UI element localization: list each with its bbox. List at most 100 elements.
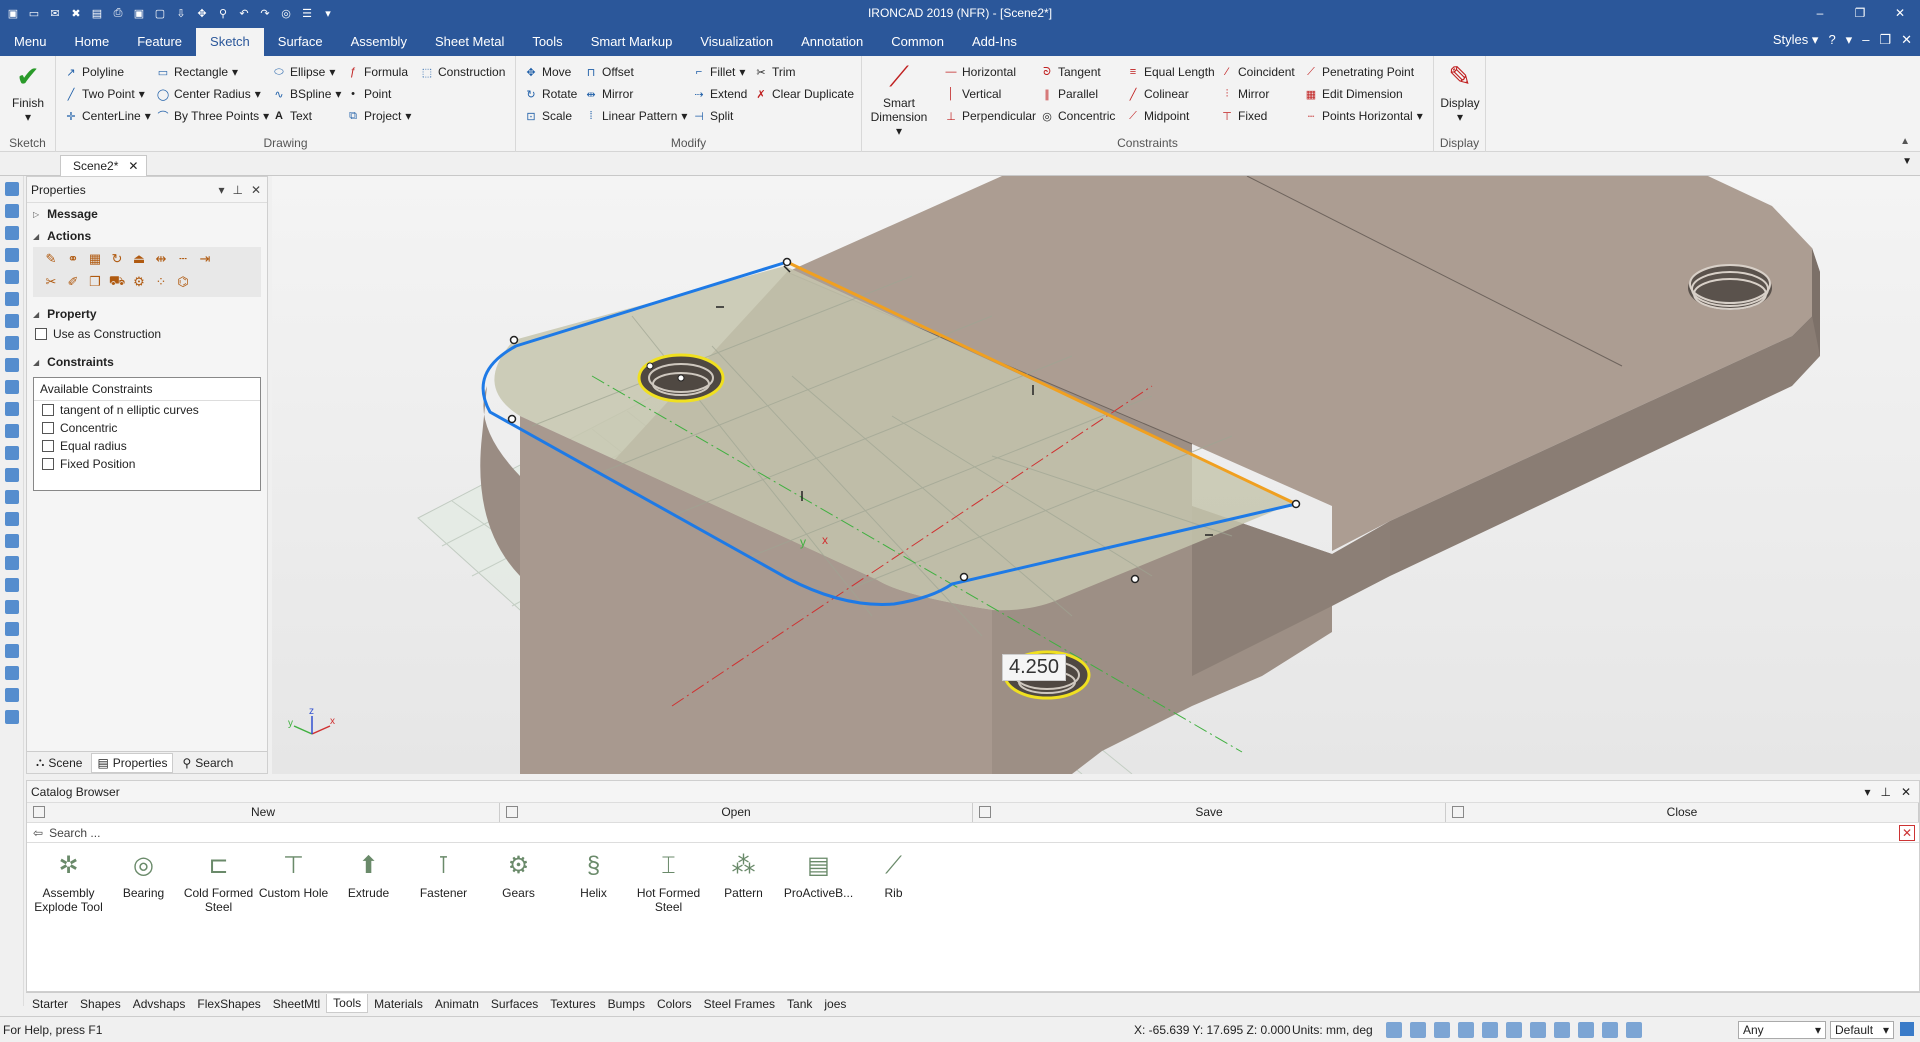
coincident-button[interactable]: ⁄ Coincident: [1220, 62, 1295, 82]
snap-icon[interactable]: ⚲: [214, 5, 232, 21]
horizontal-button[interactable]: — Horizontal: [944, 62, 1017, 82]
edit-sketch-icon[interactable]: ✎: [43, 251, 59, 267]
select-tool-icon[interactable]: [1602, 1021, 1618, 1038]
trim-icon[interactable]: ✂: [43, 274, 59, 290]
section-icon[interactable]: [1554, 1021, 1570, 1038]
close-doc-tab-icon[interactable]: ✕: [128, 159, 138, 173]
globe-icon[interactable]: ◎: [277, 5, 295, 21]
orbit-icon[interactable]: [1482, 1021, 1498, 1038]
catalog-close-icon[interactable]: ✕: [1901, 785, 1911, 799]
styles-menu[interactable]: Styles ▾: [1773, 32, 1819, 48]
checkbox[interactable]: [35, 328, 47, 340]
ribbon-options-icon[interactable]: ▾: [1846, 32, 1853, 48]
tab-visualization[interactable]: Visualization: [686, 28, 787, 56]
tab-feature[interactable]: Feature: [123, 28, 196, 56]
style-select[interactable]: Default ▾: [1830, 1021, 1894, 1039]
clear-search-icon[interactable]: ✕: [1899, 825, 1915, 841]
checkbox[interactable]: [42, 458, 54, 470]
clear-duplicate-button[interactable]: ✗ Clear Duplicate: [754, 84, 854, 104]
panel-menu-icon[interactable]: ▾: [218, 183, 224, 197]
pdf-icon[interactable]: ▤: [88, 5, 106, 21]
view-cube-icon[interactable]: [1434, 1021, 1450, 1038]
view-tool-icon[interactable]: [4, 314, 19, 328]
view-tool-icon[interactable]: [4, 182, 19, 196]
polyline-button[interactable]: ↗ Polyline: [64, 62, 124, 82]
import-icon[interactable]: ⇩: [172, 5, 190, 21]
scene-canvas[interactable]: x y x y z: [272, 176, 1920, 774]
shape-icon[interactable]: ⏏: [131, 251, 147, 267]
minimize-button[interactable]: –: [1800, 0, 1840, 26]
catalog-search[interactable]: ⇦ Search ... ✕: [27, 823, 1919, 843]
catalog-tab-flexshapes[interactable]: FlexShapes: [191, 995, 266, 1013]
view-tool-icon[interactable]: [4, 402, 19, 416]
gear-icon[interactable]: ⚙: [131, 274, 147, 290]
checkbox[interactable]: [42, 422, 54, 434]
catalog-tab-joes[interactable]: joes: [818, 995, 852, 1013]
view-tool-icon[interactable]: [4, 446, 19, 460]
catalog-pin-icon[interactable]: ⊥: [1880, 785, 1890, 799]
constraint-icon[interactable]: ⚭: [65, 251, 81, 267]
catalog-item-helix[interactable]: § Helix: [556, 847, 631, 914]
mdi-close-icon[interactable]: ✕: [1901, 32, 1912, 48]
catalog-tab-textures[interactable]: Textures: [544, 995, 601, 1013]
trim-button[interactable]: ✂ Trim: [754, 62, 795, 82]
tab-home[interactable]: Home: [61, 28, 124, 56]
view-triad[interactable]: x y z: [288, 706, 335, 735]
view-tool-icon[interactable]: [4, 292, 19, 306]
perpendicular-button[interactable]: ⊥ Perpendicular: [944, 106, 1036, 126]
zoom-window-icon[interactable]: [1410, 1021, 1426, 1038]
view-tool-icon[interactable]: [4, 490, 19, 504]
tab-sketch[interactable]: Sketch: [196, 28, 264, 56]
mdi-restore-icon[interactable]: ❐: [1879, 32, 1891, 48]
concentric-button[interactable]: ◎ Concentric: [1040, 106, 1115, 126]
text-button[interactable]: A Text: [272, 106, 312, 126]
equal-length-button[interactable]: ≡ Equal Length: [1126, 62, 1215, 82]
point-button[interactable]: • Point: [346, 84, 391, 104]
rotate-icon[interactable]: ↻: [109, 251, 125, 267]
extend-button[interactable]: ⇢ Extend: [692, 84, 747, 104]
section-message[interactable]: ▷ Message: [27, 203, 267, 225]
two-point-button[interactable]: ╱ Two Point ▾: [64, 84, 145, 104]
restore-button[interactable]: ❐: [1840, 0, 1880, 26]
tab-add-ins[interactable]: Add-Ins: [958, 28, 1031, 56]
rectangle-button[interactable]: ▭ Rectangle ▾: [156, 62, 238, 82]
finish-button[interactable]: ✔ Finish ▾: [6, 60, 50, 125]
view-tool-icon[interactable]: [4, 204, 19, 218]
catalog-tab-steel-frames[interactable]: Steel Frames: [698, 995, 781, 1013]
help-icon[interactable]: ?: [1828, 32, 1835, 48]
catalog-tab-materials[interactable]: Materials: [368, 995, 429, 1013]
view-tool-icon[interactable]: [4, 380, 19, 394]
view-tool-icon[interactable]: [4, 468, 19, 482]
section-property[interactable]: ◢ Property: [27, 303, 267, 325]
section-actions[interactable]: ◢ Actions: [27, 225, 267, 247]
fillet-button[interactable]: ⌐ Fillet ▾: [692, 62, 746, 82]
view-tool-icon[interactable]: [4, 578, 19, 592]
catalog-menu-icon[interactable]: ▾: [1864, 785, 1870, 799]
tab-smart-markup[interactable]: Smart Markup: [577, 28, 687, 56]
undo-icon[interactable]: ↶: [235, 5, 253, 21]
catalog-tab-surfaces[interactable]: Surfaces: [485, 995, 544, 1013]
tab-annotation[interactable]: Annotation: [787, 28, 877, 56]
edit-icon[interactable]: ✐: [65, 274, 81, 290]
tab-scene[interactable]: ⛬ Scene: [31, 753, 87, 772]
catalog-item-rib[interactable]: ⟋ Rib: [856, 847, 931, 914]
tab-sheet-metal[interactable]: Sheet Metal: [421, 28, 518, 56]
catalog-item-assembly-explode-tool[interactable]: ✲ Assembly Explode Tool: [31, 847, 106, 915]
pointer-icon[interactable]: [1626, 1021, 1642, 1038]
3d-viewport[interactable]: x y x y z 4.250: [272, 176, 1920, 774]
redo-icon[interactable]: ↷: [256, 5, 274, 21]
offset-button[interactable]: ⊓ Offset: [584, 62, 634, 82]
options-icon[interactable]: ☰: [298, 5, 316, 21]
tab-list-icon[interactable]: ▼: [1902, 156, 1912, 167]
mirror-modify-button[interactable]: ⇹ Mirror: [584, 84, 633, 104]
view-tool-icon[interactable]: [4, 644, 19, 658]
collapse-ribbon-icon[interactable]: ▲: [1900, 136, 1910, 147]
catalog-search-input[interactable]: Search ...: [49, 826, 100, 840]
catalog-item-cold-formed-steel[interactable]: ⊏ Cold Formed Steel: [181, 847, 256, 915]
print-icon[interactable]: ⎙: [109, 5, 127, 21]
open-icon[interactable]: ✉: [46, 5, 64, 21]
rotate-button[interactable]: ↻ Rotate: [524, 84, 577, 104]
catalog-item-extrude[interactable]: ⬆ Extrude: [331, 847, 406, 914]
catalog-tab-starter[interactable]: Starter: [26, 995, 74, 1013]
view-tool-icon[interactable]: [4, 226, 19, 240]
